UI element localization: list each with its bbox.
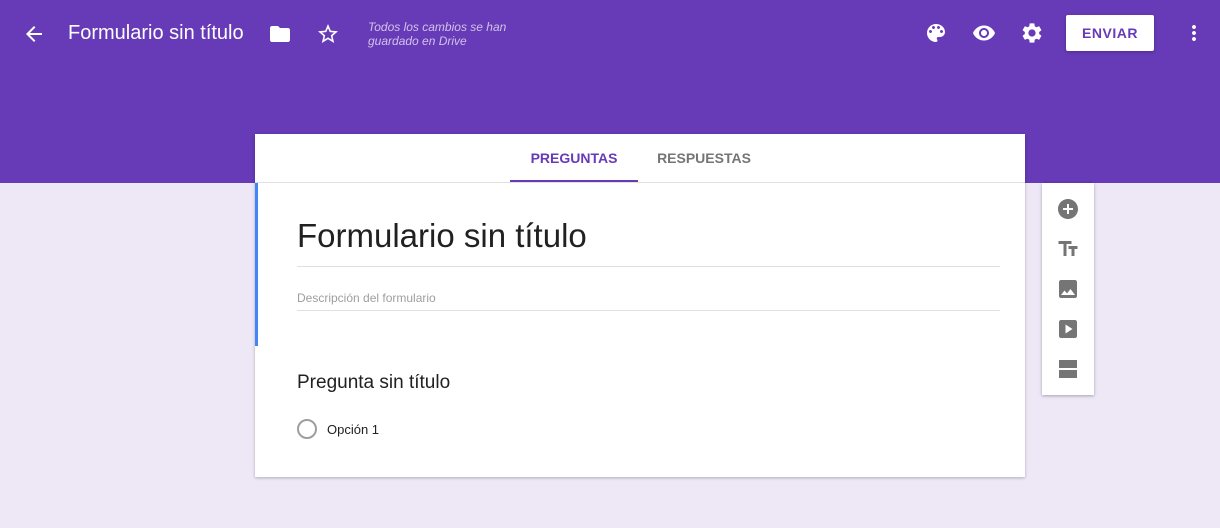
title-text-icon[interactable] bbox=[1056, 237, 1080, 261]
form-header-section[interactable]: Formulario sin título Descripción del fo… bbox=[255, 183, 1025, 346]
option-label[interactable]: Opción 1 bbox=[327, 422, 379, 437]
send-button[interactable]: ENVIAR bbox=[1066, 15, 1154, 51]
video-icon[interactable] bbox=[1056, 317, 1080, 341]
option-radio[interactable] bbox=[297, 419, 317, 439]
description-underline bbox=[297, 310, 1000, 311]
focus-accent-bar bbox=[255, 183, 258, 346]
gear-icon[interactable] bbox=[1020, 21, 1044, 45]
back-arrow-icon[interactable] bbox=[22, 22, 46, 46]
folder-icon[interactable] bbox=[268, 22, 292, 46]
image-icon[interactable] bbox=[1056, 277, 1080, 301]
app-header: Formulario sin título Todos los cambios … bbox=[0, 0, 1220, 68]
save-status-text: Todos los cambios se han guardado en Dri… bbox=[368, 20, 507, 48]
tab-responses[interactable]: RESPUESTAS bbox=[638, 134, 770, 182]
more-vert-icon[interactable] bbox=[1182, 21, 1206, 45]
question-title[interactable]: Pregunta sin título bbox=[297, 372, 450, 394]
form-card: PREGUNTAS RESPUESTAS Formulario sin títu… bbox=[255, 134, 1025, 477]
eye-icon[interactable] bbox=[972, 21, 996, 45]
tab-bar: PREGUNTAS RESPUESTAS bbox=[255, 134, 1025, 183]
floating-toolbar bbox=[1042, 183, 1094, 395]
section-icon[interactable] bbox=[1056, 357, 1080, 381]
form-title-input[interactable]: Formulario sin título bbox=[297, 217, 587, 255]
form-title-header[interactable]: Formulario sin título bbox=[68, 22, 244, 45]
tab-questions[interactable]: PREGUNTAS bbox=[510, 134, 638, 182]
add-question-icon[interactable] bbox=[1056, 197, 1080, 221]
title-underline bbox=[297, 266, 1000, 267]
star-icon[interactable] bbox=[316, 22, 340, 46]
palette-icon[interactable] bbox=[924, 21, 948, 45]
form-description-input[interactable]: Descripción del formulario bbox=[297, 291, 436, 305]
